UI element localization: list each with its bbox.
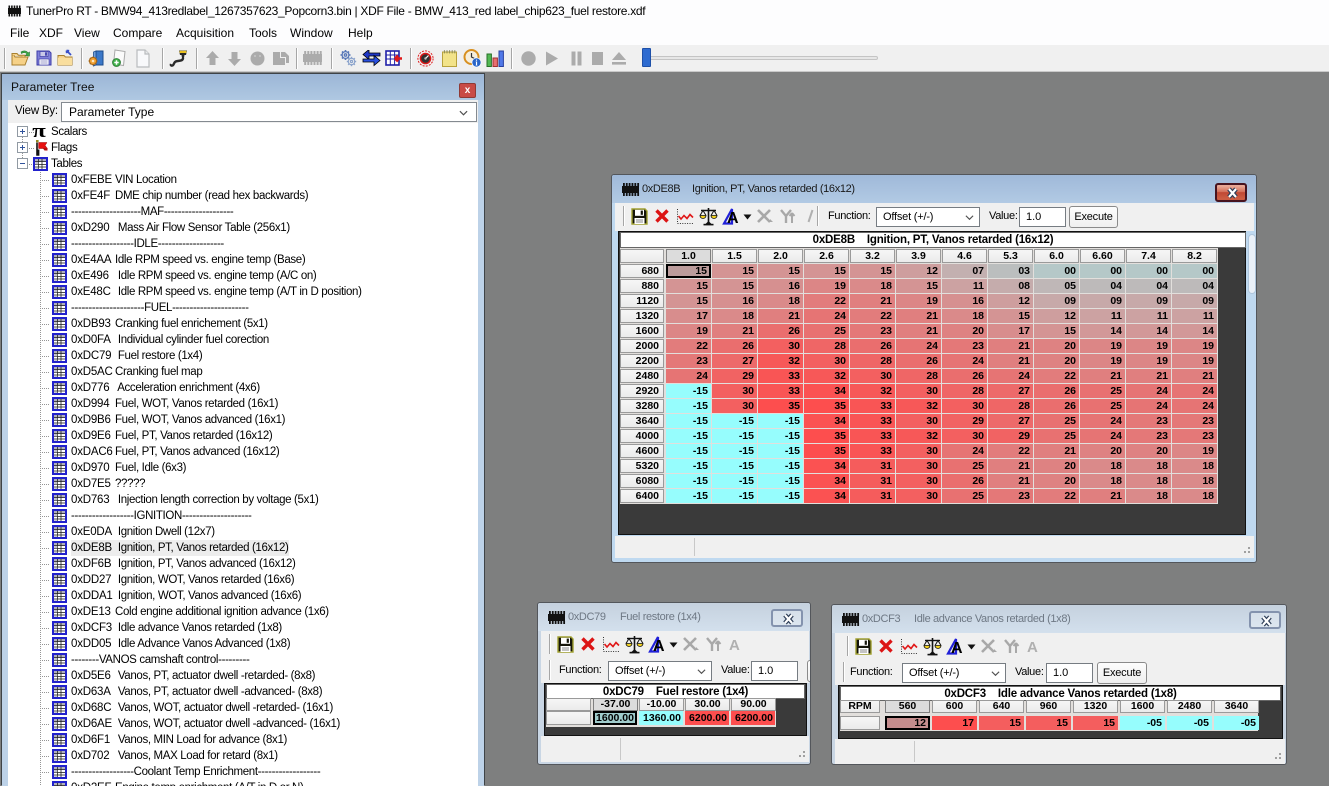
svg-text:A: A <box>951 640 963 656</box>
svg-text:π: π <box>32 124 45 140</box>
svg-text:A: A <box>729 637 740 652</box>
svg-text:A: A <box>653 638 665 654</box>
svg-text:A: A <box>1027 639 1038 654</box>
svg-text:A: A <box>727 210 739 226</box>
